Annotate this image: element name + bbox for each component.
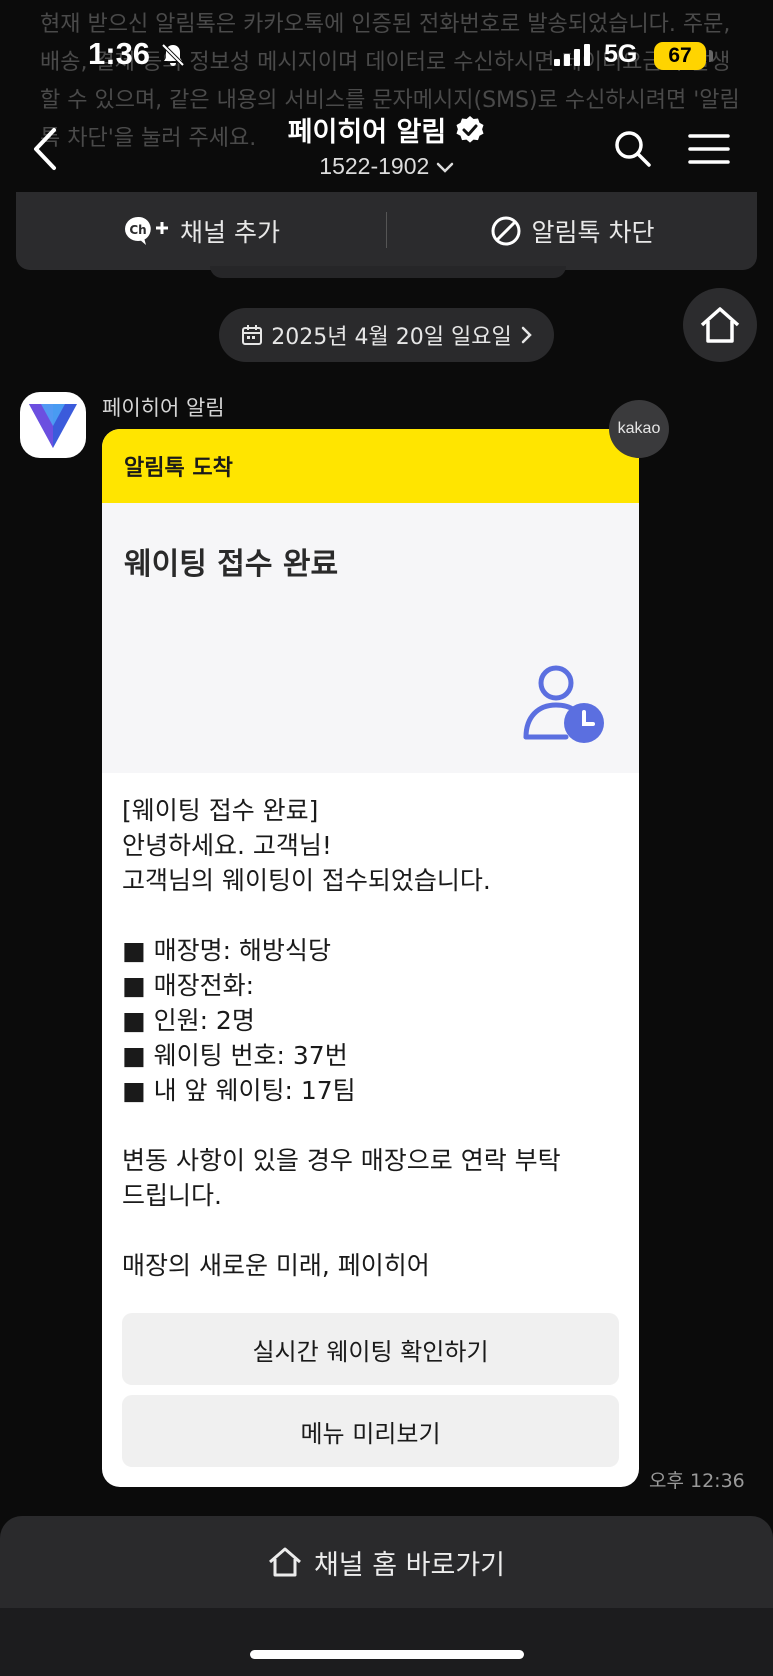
kakao-badge: kakao [609, 400, 669, 458]
channel-title: 페이히어 알림 [287, 117, 447, 148]
signal-icon [554, 44, 590, 66]
message-line: 드립니다. [122, 1181, 222, 1210]
date-divider-pill[interactable]: 2025년 4월 20일 일요일 [219, 308, 554, 362]
channel-add-icon: Ch [125, 216, 169, 245]
chevron-right-icon [521, 326, 532, 344]
message-line: 매장의 새로운 미래, 페이히어 [122, 1251, 430, 1280]
battery-level: 67 [668, 44, 692, 67]
add-channel-label: 채널 추가 [180, 218, 280, 247]
block-icon [491, 216, 521, 246]
search-icon[interactable] [612, 128, 652, 168]
add-channel-button[interactable]: Ch 채널 추가 [16, 192, 386, 270]
alimtalk-message-card: 알림톡 도착 웨이팅 접수 완료 [웨이팅 접수 완료] 안녕하세요. 고객님!… [102, 429, 639, 1487]
channel-home-label: 채널 홈 바로가기 [313, 1549, 506, 1581]
channel-action-bar: Ch 채널 추가 알림톡 차단 [16, 192, 757, 270]
channel-title-group[interactable]: 페이히어 알림 1522-1902 [230, 110, 543, 180]
check-waiting-button[interactable]: 실시간 웨이팅 확인하기 [122, 1313, 619, 1385]
channel-home-float-button[interactable] [683, 288, 757, 362]
message-timestamp: 오후 12:36 [649, 1470, 745, 1492]
channel-phone-number: 1522-1902 [319, 153, 430, 179]
status-time: 1:36 [88, 36, 151, 71]
back-arrow-icon[interactable] [28, 126, 64, 172]
message-line: ■ 매장명: 해방식당 [122, 936, 331, 965]
message-line: ■ 매장전화: [122, 971, 254, 1000]
battery-icon: 67 [654, 42, 713, 70]
sender-avatar[interactable] [20, 392, 86, 458]
message-line [122, 1213, 619, 1248]
chat-header: 페이히어 알림 1522-1902 [0, 110, 773, 190]
network-type: 5G [604, 40, 638, 68]
home-icon [700, 307, 740, 343]
message-line: [웨이팅 접수 완료] [122, 796, 319, 825]
sender-name: 페이히어 알림 [102, 396, 225, 420]
message-line [122, 1108, 619, 1143]
message-line: 변동 사항이 있을 경우 매장으로 연락 부탁 [122, 1146, 561, 1175]
menu-icon[interactable] [688, 132, 730, 166]
card-header: 알림톡 도착 [102, 429, 639, 503]
bottom-safe-area [0, 1608, 773, 1676]
message-line: 안녕하세요. 고객님! [122, 831, 332, 860]
home-indicator[interactable] [250, 1650, 524, 1659]
collapsed-panel-edge [210, 266, 566, 278]
bell-off-icon [161, 43, 185, 67]
message-line: ■ 인원: 2명 [122, 1006, 255, 1035]
channel-home-shortcut-button[interactable]: 채널 홈 바로가기 [0, 1516, 773, 1608]
verified-badge-icon [456, 115, 484, 143]
card-hero: 웨이팅 접수 완료 [102, 503, 639, 773]
hero-title: 웨이팅 접수 완료 [124, 547, 339, 582]
message-line [122, 898, 619, 933]
message-line: 고객님의 웨이팅이 접수되었습니다. [122, 866, 491, 895]
block-alimtalk-label: 알림톡 차단 [531, 218, 655, 247]
home-icon [268, 1547, 301, 1577]
calendar-icon [242, 325, 263, 345]
block-alimtalk-button[interactable]: 알림톡 차단 [387, 192, 757, 270]
menu-preview-button[interactable]: 메뉴 미리보기 [122, 1395, 619, 1467]
chevron-down-icon [436, 162, 453, 173]
svg-text:Ch: Ch [129, 223, 146, 237]
channel-phone[interactable]: 1522-1902 [230, 153, 543, 180]
message-line: ■ 웨이팅 번호: 37번 [122, 1041, 348, 1070]
status-bar: 1:36 5G 67 [0, 0, 773, 110]
payhere-logo-icon [29, 404, 77, 448]
date-label: 2025년 4월 20일 일요일 [271, 325, 512, 350]
message-body: [웨이팅 접수 완료] 안녕하세요. 고객님! 고객님의 웨이팅이 접수되었습니… [102, 773, 639, 1283]
card-buttons: 실시간 웨이팅 확인하기 메뉴 미리보기 [102, 1313, 639, 1477]
user-clock-icon [523, 665, 604, 743]
message-line: ■ 내 앞 웨이팅: 17팀 [122, 1076, 356, 1105]
